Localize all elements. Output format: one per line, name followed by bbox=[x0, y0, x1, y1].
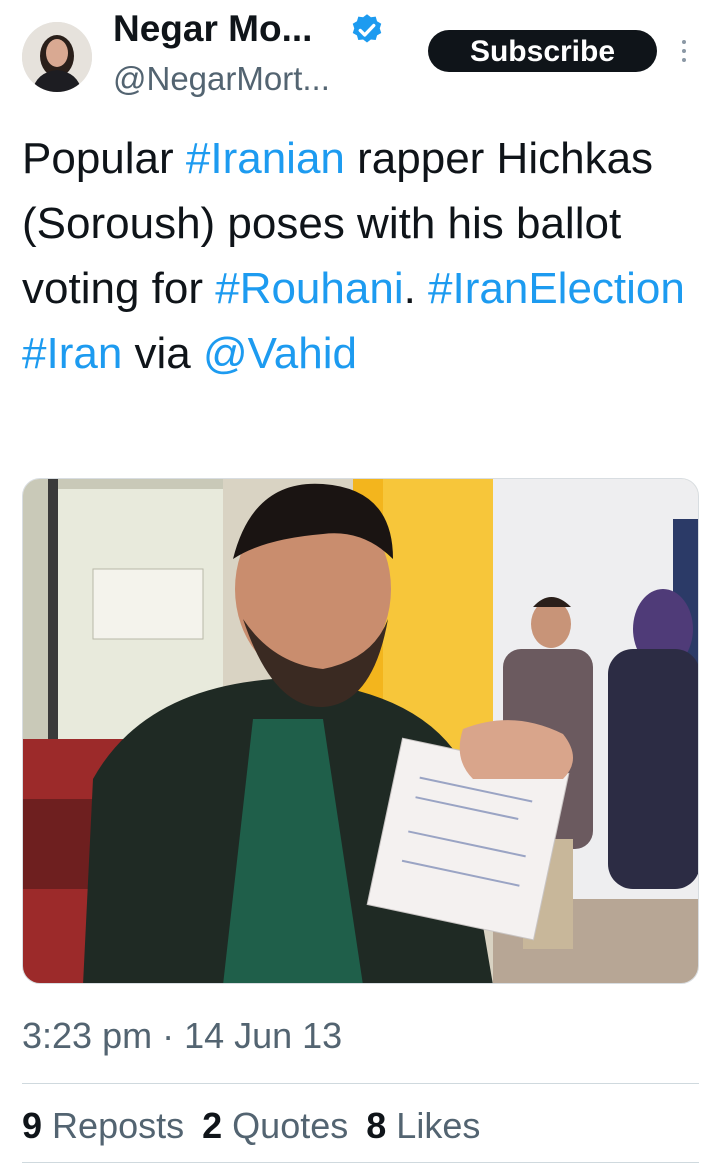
author-handle[interactable]: @NegarMort... bbox=[113, 60, 330, 98]
reposts-label: Reposts bbox=[52, 1105, 185, 1146]
subscribe-button[interactable]: Subscribe bbox=[428, 30, 657, 72]
tweet-photo[interactable] bbox=[22, 478, 699, 984]
hashtag-link[interactable]: #IranElection bbox=[428, 264, 685, 313]
hashtag-link[interactable]: #Iranian bbox=[186, 134, 345, 183]
likes-count: 8 bbox=[366, 1105, 387, 1146]
avatar[interactable] bbox=[22, 22, 92, 92]
author-display-name[interactable]: Negar Mo... bbox=[113, 8, 312, 50]
hashtag-link[interactable]: #Rouhani bbox=[215, 264, 403, 313]
reposts-count: 9 bbox=[22, 1105, 43, 1146]
photo-image bbox=[23, 479, 698, 983]
mention-link[interactable]: @Vahid bbox=[203, 329, 357, 378]
tweet-text-segment: . bbox=[403, 264, 429, 313]
tweet-header: Negar Mo... @NegarMort... Subscribe bbox=[0, 0, 720, 110]
tweet-text-segment: via bbox=[122, 329, 203, 378]
divider bbox=[22, 1162, 699, 1163]
likes-stat[interactable]: 8 Likes bbox=[366, 1105, 480, 1147]
more-vertical-icon[interactable] bbox=[677, 36, 691, 66]
tweet-text: Popular #Iranian rapper Hichkas (Soroush… bbox=[22, 126, 702, 386]
verified-badge-icon bbox=[352, 14, 382, 43]
tweet-text-segment: Popular bbox=[22, 134, 186, 183]
divider bbox=[22, 1083, 699, 1084]
reposts-stat[interactable]: 9 Reposts bbox=[22, 1105, 184, 1147]
tweet-timestamp[interactable]: 3:23 pm · 14 Jun 13 bbox=[22, 1015, 342, 1057]
hashtag-link[interactable]: #Iran bbox=[22, 329, 122, 378]
engagement-stats: 9 Reposts 2 Quotes 8 Likes bbox=[22, 1105, 498, 1147]
quotes-stat[interactable]: 2 Quotes bbox=[202, 1105, 348, 1147]
quotes-label: Quotes bbox=[232, 1105, 349, 1146]
quotes-count: 2 bbox=[202, 1105, 223, 1146]
likes-label: Likes bbox=[396, 1105, 481, 1146]
